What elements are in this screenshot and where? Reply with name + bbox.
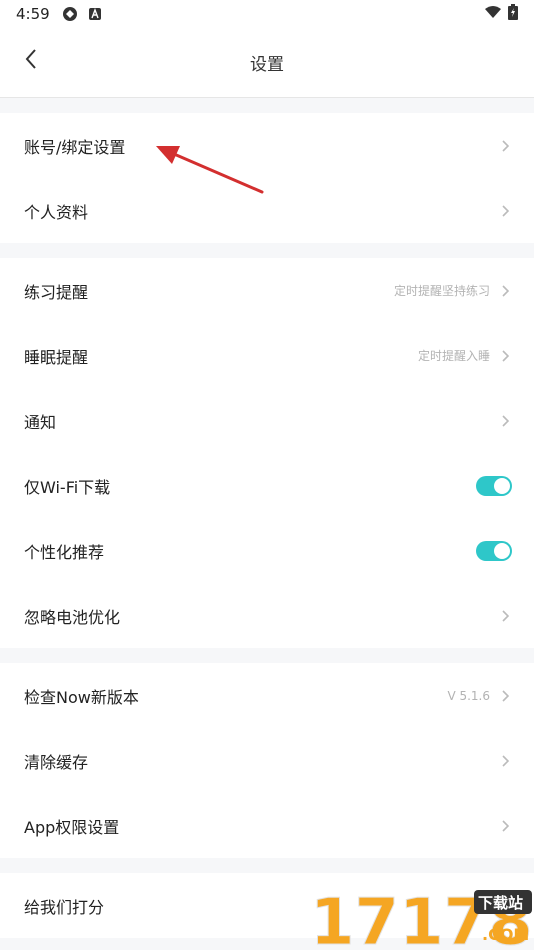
chevron-right-icon: [500, 819, 510, 833]
svg-text:.COM: .COM: [482, 925, 529, 944]
settings-group-general: 练习提醒 定时提醒坚持练习 睡眠提醒 定时提醒入睡 通知 仅Wi-Fi下载 个性…: [0, 258, 534, 648]
row-label: 给我们打分: [24, 897, 105, 917]
settings-row-wifi-only-download: 仅Wi-Fi下载: [0, 453, 534, 518]
watermark-logo: 17178 下载站 .COM: [310, 880, 534, 950]
settings-row-profile[interactable]: 个人资料: [0, 178, 534, 243]
row-label: 账号/绑定设置: [24, 137, 126, 157]
toggle-knob: [494, 542, 510, 559]
row-label: 通知: [24, 412, 57, 432]
row-label: 检查Now新版本: [24, 687, 139, 707]
row-label: 仅Wi-Fi下载: [24, 477, 111, 497]
settings-row-account-binding[interactable]: 账号/绑定设置: [0, 113, 534, 178]
settings-row-personalized-recommendation: 个性化推荐: [0, 518, 534, 583]
app-notification-icon: [62, 6, 78, 22]
chevron-right-icon: [500, 284, 510, 298]
settings-row-app-permissions[interactable]: App权限设置: [0, 793, 534, 858]
settings-row-clear-cache[interactable]: 清除缓存: [0, 728, 534, 793]
settings-row-practice-reminder[interactable]: 练习提醒 定时提醒坚持练习: [0, 258, 534, 323]
wifi-only-toggle[interactable]: [476, 475, 512, 496]
status-indicators: [484, 4, 518, 24]
personalized-recommendation-toggle[interactable]: [476, 540, 512, 561]
row-label: App权限设置: [24, 817, 120, 837]
row-label: 练习提醒: [24, 282, 89, 302]
page-title: 设置: [250, 55, 284, 75]
chevron-right-icon: [500, 204, 510, 218]
chevron-right-icon: [500, 689, 510, 703]
version-value: V 5.1.6: [447, 688, 490, 703]
row-label: 清除缓存: [24, 752, 89, 772]
settings-row-notifications[interactable]: 通知: [0, 388, 534, 453]
settings-row-sleep-reminder[interactable]: 睡眠提醒 定时提醒入睡: [0, 323, 534, 388]
settings-group-app: 检查Now新版本 V 5.1.6 清除缓存 App权限设置: [0, 663, 534, 858]
chevron-right-icon: [500, 754, 510, 768]
battery-charging-icon: [508, 4, 518, 24]
chevron-right-icon: [500, 139, 510, 153]
chevron-right-icon: [500, 609, 510, 623]
svg-text:下载站: 下载站: [478, 894, 523, 912]
chevron-right-icon: [500, 349, 510, 363]
row-label: 个性化推荐: [24, 542, 105, 562]
row-label: 睡眠提醒: [24, 347, 89, 367]
row-value: 定时提醒坚持练习: [393, 284, 490, 298]
settings-row-ignore-battery-optimization[interactable]: 忽略电池优化: [0, 583, 534, 648]
navigation-bar: 设置: [0, 28, 534, 98]
row-value: 定时提醒入睡: [417, 349, 490, 363]
row-label: 个人资料: [24, 202, 89, 222]
settings-row-check-update[interactable]: 检查Now新版本 V 5.1.6: [0, 663, 534, 728]
row-label: 忽略电池优化: [24, 607, 121, 627]
status-bar: 4:59: [0, 0, 534, 28]
settings-group-account: 账号/绑定设置 个人资料: [0, 113, 534, 243]
accessibility-notification-icon: [88, 7, 102, 21]
wifi-icon: [484, 5, 502, 23]
chevron-right-icon: [500, 414, 510, 428]
status-time: 4:59: [16, 5, 50, 23]
toggle-knob: [494, 477, 510, 494]
